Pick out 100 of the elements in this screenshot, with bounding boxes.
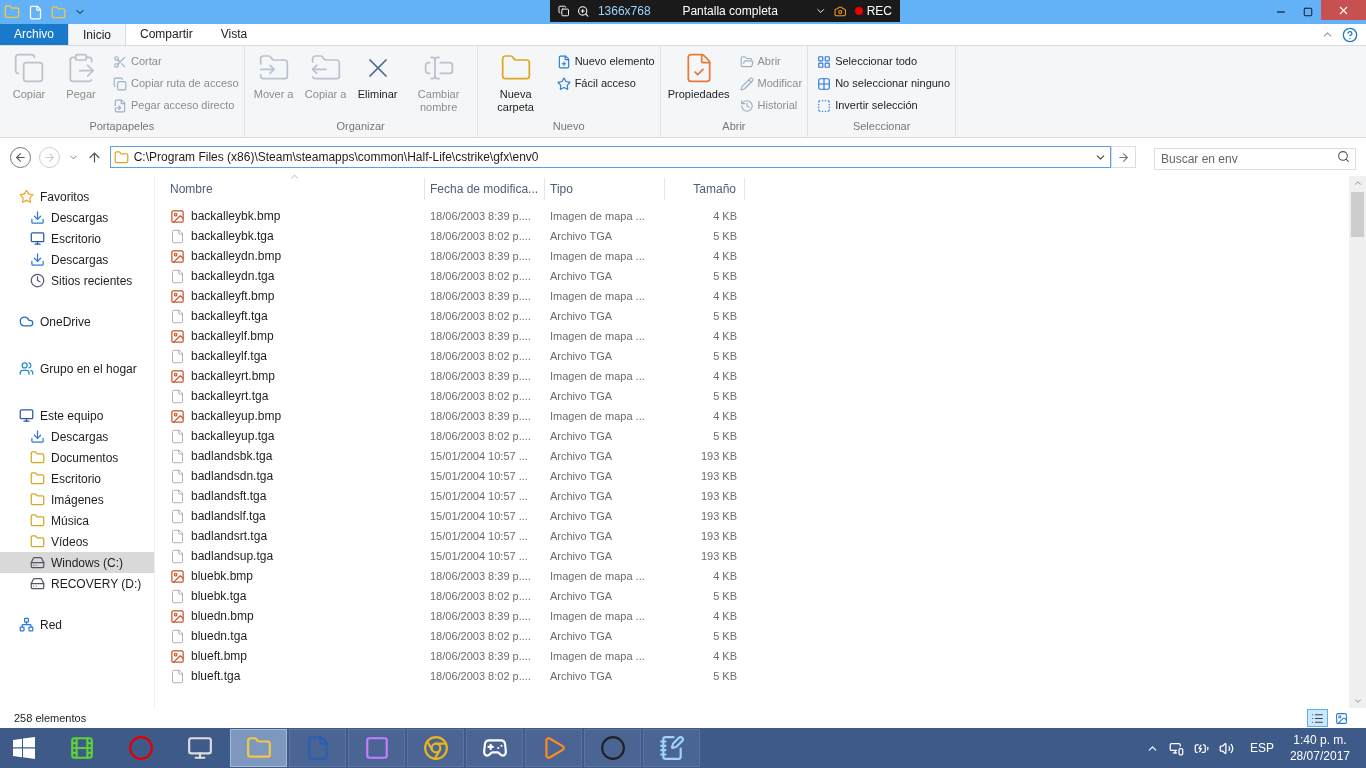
file-row[interactable]: blueft.bmp 18/06/2003 8:39 p.... Imagen de mapa ... 4 KB [165,646,745,666]
go-button[interactable] [1111,146,1136,168]
clock-time[interactable]: 1:40 p. m. [1293,732,1347,748]
file-row[interactable]: backalleydn.bmp 18/06/2003 8:39 p.... Imagen de mapa ... 4 KB [165,246,745,266]
file-row[interactable]: backalleyft.bmp 18/06/2003 8:39 p.... Imagen de mapa ... 4 KB [165,286,745,306]
clock-date[interactable]: 28/07/2017 [1289,748,1350,764]
network-icon[interactable] [1168,740,1184,756]
nav-item[interactable]: Música [0,510,154,531]
volume-icon[interactable] [1218,740,1234,756]
document-icon[interactable] [28,4,43,20]
back-icon [13,150,27,164]
file-row[interactable]: badlandsbk.tga 15/01/2004 10:57 ... Archivo TGA 193 KB [165,446,745,466]
file-row[interactable]: bluebk.bmp 18/06/2003 8:39 p.... Imagen de mapa ... 4 KB [165,566,745,586]
file-row[interactable]: backalleydn.tga 18/06/2003 8:02 p.... Archivo TGA 5 KB [165,266,745,286]
ribbon-tab[interactable]: Inicio [68,23,127,45]
file-row[interactable]: bluedn.tga 18/06/2003 8:02 p.... Archivo TGA 5 KB [165,626,745,646]
file-row[interactable]: bluedn.bmp 18/06/2003 8:39 p.... Imagen de mapa ... 4 KB [165,606,745,626]
file-row[interactable]: backalleybk.tga 18/06/2003 8:02 p.... Archivo TGA 5 KB [165,226,745,246]
nav-item[interactable]: Favoritos [0,186,154,207]
ribbon-button[interactable]: Invertir selección [817,96,951,115]
nav-item[interactable]: Descargas [0,249,154,270]
ribbon-tab[interactable]: Compartir [126,23,207,45]
file-row[interactable]: badlandsdn.tga 15/01/2004 10:57 ... Archivo TGA 193 KB [165,466,745,486]
taskbar-app[interactable] [643,729,700,767]
file-row[interactable]: badlandsft.tga 15/01/2004 10:57 ... Archivo TGA 193 KB [165,486,745,506]
type-cell-text: Archivo TGA [549,388,614,404]
file-name: backalleyft.bmp [191,288,275,305]
scrollbar[interactable] [1349,176,1366,708]
nav-item[interactable]: Sitios recientes [0,270,154,291]
nav-item[interactable]: Grupo en el hogar [0,358,154,379]
ribbon-button[interactable]: Fácil acceso [556,74,655,93]
file-row[interactable]: bluebk.tga 18/06/2003 8:02 p.... Archivo TGA 5 KB [165,586,745,606]
nav-item[interactable]: Documentos [0,447,154,468]
capture-mode[interactable]: Pantalla completa [682,2,807,20]
ribbon-button[interactable]: No seleccionar ninguno [817,74,951,93]
file-row[interactable]: badlandsrt.tga 15/01/2004 10:57 ... Archivo TGA 193 KB [165,526,745,546]
scroll-thumb[interactable] [1351,192,1364,237]
file-name: badlandsft.tga [191,488,267,505]
file-row[interactable]: backalleylf.tga 18/06/2003 8:02 p.... Archivo TGA 5 KB [165,346,745,366]
type-cell-text: Imagen de mapa ... [549,248,646,264]
drive-icon [30,576,45,591]
file-name: bluebk.tga [191,588,247,605]
size-cell-text: 5 KB [712,228,738,244]
address-field[interactable]: C:\Program Files (x86)\Steam\steamapps\common\Half-Life\cstrike\gfx\env0 [109,146,1112,168]
nav-item[interactable]: Escritorio [0,228,154,249]
column-header[interactable]: Fecha de modifica... [425,178,545,200]
nav-item[interactable]: Red [0,614,154,635]
file-row[interactable]: backalleylf.bmp 18/06/2003 8:39 p.... Imagen de mapa ... 4 KB [165,326,745,346]
file-row[interactable]: backalleyup.tga 18/06/2003 8:02 p.... Archivo TGA 5 KB [165,426,745,446]
nav-item[interactable]: Vídeos [0,531,154,552]
ribbon-button[interactable]: Nuevo elemento [556,52,655,71]
file-row[interactable]: badlandsup.tga 15/01/2004 10:57 ... Archivo TGA 193 KB [165,546,745,566]
taskbar-app[interactable] [525,729,582,767]
ribbon-button[interactable]: Nueva carpeta [482,50,549,118]
nav-item[interactable]: Descargas [0,207,154,228]
camera-icon[interactable] [834,4,847,18]
nav-item[interactable]: Este equipo [0,405,154,426]
file-row[interactable]: blueft.tga 18/06/2003 8:02 p.... Archivo TGA 5 KB [165,666,745,686]
up-icon[interactable] [86,149,102,165]
ribbon-tab[interactable]: Vista [206,23,262,45]
file-row[interactable]: backalleyrt.bmp 18/06/2003 8:39 p.... Imagen de mapa ... 4 KB [165,366,745,386]
file-row[interactable]: badlandslf.tga 15/01/2004 10:57 ... Archivo TGA 193 KB [165,506,745,526]
taskbar-app[interactable] [407,729,464,767]
language-indicator[interactable]: ESP [1249,739,1274,757]
ribbon-button[interactable]: Eliminar [353,50,402,118]
nav-item[interactable]: OneDrive [0,311,154,332]
ribbon-button[interactable]: Seleccionar todo [817,52,951,71]
file-tab[interactable]: Archivo [0,23,68,45]
column-header[interactable]: Tamaño [665,178,745,200]
taskbar-app[interactable] [466,729,523,767]
file-row[interactable]: backalleybk.bmp 18/06/2003 8:39 p.... Imagen de mapa ... 4 KB [165,206,745,226]
nav-item[interactable]: RECOVERY (D:) [0,573,154,594]
help-icon[interactable] [1342,26,1358,43]
nav-item[interactable]: Descargas [0,426,154,447]
file-row[interactable]: backalleyup.bmp 18/06/2003 8:39 p.... Imagen de mapa ... 4 KB [165,406,745,426]
details-view-button[interactable] [1307,709,1328,727]
type-cell-text: Archivo TGA [549,668,614,684]
scroll-down-icon[interactable] [1352,696,1363,706]
date-cell-text: 18/06/2003 8:39 p.... [429,288,532,304]
monitor-icon [19,408,34,423]
scroll-up-icon[interactable] [1352,178,1363,188]
nav-item[interactable]: Imágenes [0,489,154,510]
ribbon-button[interactable]: Propiedades [665,50,732,118]
search-icon[interactable] [1337,150,1350,163]
type-cell-text: Imagen de mapa ... [549,328,646,344]
file-row[interactable]: backalleyft.tga 18/06/2003 8:02 p.... Archivo TGA 5 KB [165,306,745,326]
resolution-text: 1366x768 [597,3,652,20]
zoom-icon[interactable] [577,4,590,18]
column-header[interactable]: Nombre [165,178,425,200]
type-cell-text: Archivo TGA [549,268,614,284]
nav-item[interactable]: Windows (C:) [0,552,154,573]
column-header[interactable]: Tipo [545,178,665,200]
taskbar-app[interactable] [584,729,641,767]
file-row[interactable]: backalleyrt.tga 18/06/2003 8:02 p.... Archivo TGA 5 KB [165,386,745,406]
date-cell-text: 15/01/2004 10:57 ... [429,468,529,484]
nav-item[interactable]: Escritorio [0,468,154,489]
search-field[interactable]: Buscar en env [1154,148,1356,170]
rec-button[interactable]: REC [854,2,892,20]
date-cell-text: 18/06/2003 8:39 p.... [429,408,532,424]
window-icon[interactable] [558,5,570,17]
